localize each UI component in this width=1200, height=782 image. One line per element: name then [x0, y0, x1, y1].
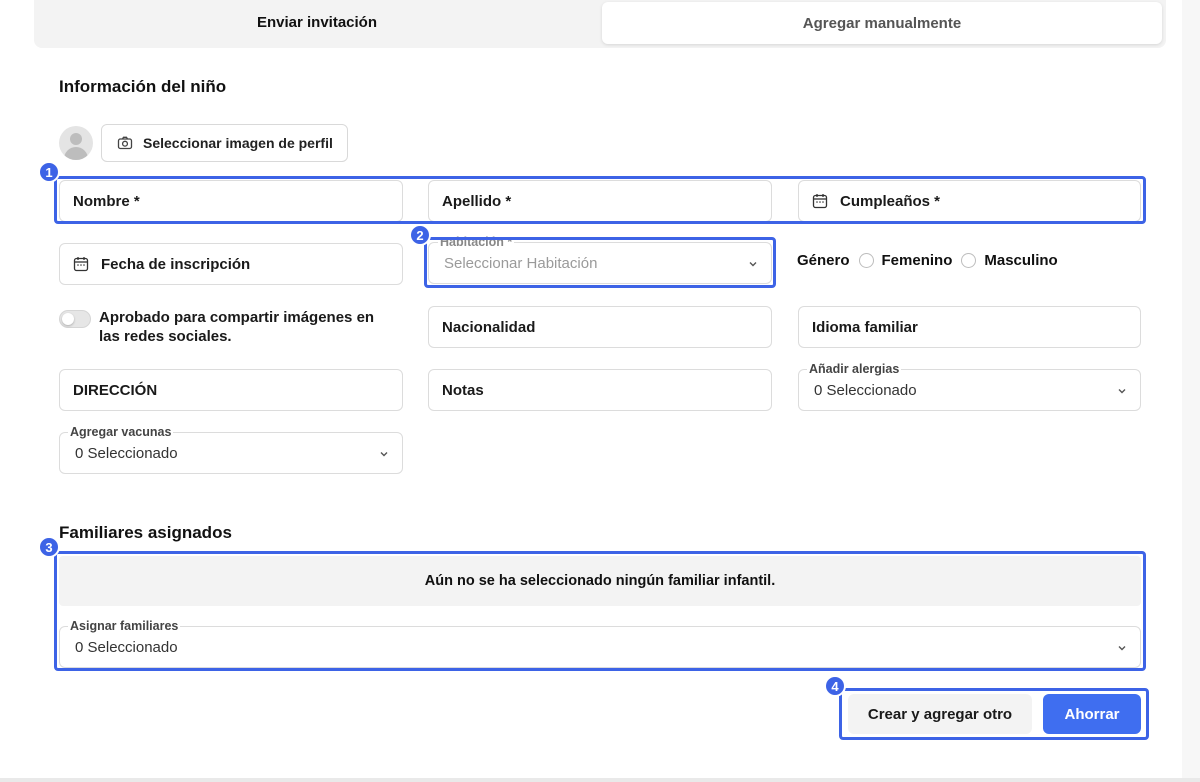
allergies-label: Añadir alergias [807, 362, 902, 376]
vaccines-label: Agregar vacunas [68, 425, 174, 439]
nationality-label: Nacionalidad [442, 318, 536, 336]
gender-male-radio[interactable] [961, 252, 977, 268]
last-name-label: Apellido * [442, 192, 512, 210]
calendar-icon [73, 256, 89, 272]
assign-family-select[interactable]: 0 Seleccionado [59, 626, 1141, 668]
select-profile-image-button[interactable]: Seleccionar imagen de perfil [101, 124, 348, 162]
camera-icon [117, 135, 133, 151]
gender-female-label: Femenino [881, 251, 953, 269]
home-language-label: Idioma familiar [812, 318, 918, 336]
room-label: Habitación * [438, 235, 515, 249]
annotation-badge-3: 3 [38, 536, 60, 558]
assign-family-value: 0 Seleccionado [75, 638, 178, 656]
annotation-badge-4: 4 [824, 675, 846, 697]
create-and-add-another-button[interactable]: Crear y agregar otro [848, 694, 1032, 734]
page-edge [1182, 0, 1200, 782]
notes-input[interactable]: Notas [428, 369, 772, 411]
birthday-input[interactable]: Cumpleaños * [798, 180, 1141, 222]
select-profile-image-label: Seleccionar imagen de perfil [143, 135, 333, 151]
vaccines-value: 0 Seleccionado [75, 444, 178, 462]
address-label: DIRECCIÓN [73, 381, 158, 399]
last-name-input[interactable]: Apellido * [428, 180, 772, 222]
bottom-divider [0, 778, 1200, 782]
chevron-down-icon [1116, 384, 1128, 401]
calendar-icon [812, 193, 828, 209]
gender-male-label: Masculino [984, 251, 1058, 269]
annotation-badge-1: 1 [38, 161, 60, 183]
tab-send-invitation[interactable]: Enviar invitación [34, 0, 600, 44]
chevron-down-icon [747, 257, 759, 274]
room-placeholder: Seleccionar Habitación [444, 254, 598, 272]
family-section-title: Familiares asignados [59, 523, 232, 542]
annotation-badge-2: 2 [409, 224, 431, 246]
home-language-input[interactable]: Idioma familiar [798, 306, 1141, 348]
user-avatar-icon [59, 126, 93, 160]
gender-group: Género Femenino Masculino [797, 250, 1058, 270]
social-consent-label: Aprobado para compartir imágenes en las … [99, 309, 375, 345]
enrollment-date-label: Fecha de inscripción [101, 255, 251, 273]
social-consent-toggle[interactable] [59, 310, 91, 328]
allergies-value: 0 Seleccionado [814, 381, 917, 399]
assign-family-label: Asignar familiares [68, 619, 181, 633]
tab-add-manually[interactable]: Agregar manualmente [602, 2, 1162, 44]
first-name-label: Nombre * [73, 192, 140, 210]
notes-label: Notas [442, 381, 484, 399]
save-button[interactable]: Ahorrar [1043, 694, 1141, 734]
family-empty-message: Aún no se ha seleccionado ningún familia… [59, 556, 1141, 606]
chevron-down-icon [378, 447, 390, 464]
child-section-title: Información del niño [59, 77, 227, 96]
address-input[interactable]: DIRECCIÓN [59, 369, 403, 411]
gender-label: Género [797, 251, 850, 269]
gender-female-radio[interactable] [858, 252, 874, 268]
first-name-input[interactable]: Nombre * [59, 180, 403, 222]
enrollment-date-input[interactable]: Fecha de inscripción [59, 243, 403, 285]
birthday-label: Cumpleaños * [840, 192, 941, 210]
family-empty-text: Aún no se ha seleccionado ningún familia… [424, 573, 776, 589]
nationality-input[interactable]: Nacionalidad [428, 306, 772, 348]
chevron-down-icon [1116, 641, 1128, 658]
